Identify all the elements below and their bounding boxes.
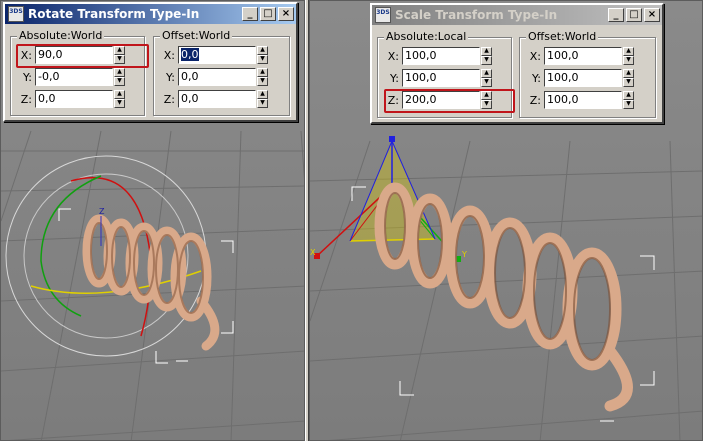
axis-z-label: Z:: [529, 93, 541, 107]
gizmo-y-label: Y: [461, 250, 467, 259]
scale-offset-group: Offset:World X: 100,0 ▲ ▼ Y: 100,0 ▲ ▼ Z: …: [519, 30, 656, 118]
rotate-offset-x-input[interactable]: 0,0: [178, 46, 256, 64]
axis-y-label: Y:: [532, 71, 541, 85]
app-logo-icon: 3DS: [375, 7, 391, 23]
rotate-offset-x-spinner[interactable]: ▲ ▼: [257, 46, 268, 64]
maximize-button[interactable]: □: [260, 7, 276, 21]
grid: [310, 140, 702, 440]
rotate-dialog-titlebar[interactable]: 3DS Rotate Transform Type-In _ □ ×: [5, 4, 296, 24]
scale-z-highlight: [384, 89, 515, 113]
scale-offset-label: Offset:World: [526, 30, 599, 43]
axis-x-label: X:: [529, 49, 541, 63]
scale-offset-x-spinner[interactable]: ▲ ▼: [623, 47, 634, 65]
scale-absolute-x-spinner[interactable]: ▲ ▼: [481, 47, 492, 65]
scale-absolute-label: Absolute:Local: [384, 30, 469, 43]
rotate-offset-label: Offset:World: [160, 29, 233, 42]
scale-offset-y-input[interactable]: 100,0: [544, 69, 622, 87]
scale-offset-z-spinner[interactable]: ▲ ▼: [623, 91, 634, 109]
axis-x-label: X:: [163, 48, 175, 62]
axis-x-label: X:: [387, 49, 399, 63]
rotate-absolute-z-spinner[interactable]: ▲ ▼: [114, 90, 125, 108]
rotate-offset-z-spinner[interactable]: ▲ ▼: [257, 90, 268, 108]
scale-dialog-titlebar[interactable]: 3DS Scale Transform Type-In _ □ ×: [372, 5, 662, 25]
rotate-dialog-title: Rotate Transform Type-In: [28, 7, 200, 21]
rotate-absolute-y-input[interactable]: -0,0: [35, 68, 113, 86]
rotate-offset-y-spinner[interactable]: ▲ ▼: [257, 68, 268, 86]
rotate-absolute-label: Absolute:World: [17, 29, 105, 42]
axis-y-label: Y:: [166, 70, 175, 84]
axis-z-label: Z:: [163, 92, 175, 106]
minimize-button[interactable]: _: [608, 8, 624, 22]
axis-y-label: Y:: [390, 71, 399, 85]
minimize-button[interactable]: _: [242, 7, 258, 21]
rotate-transform-dialog[interactable]: 3DS Rotate Transform Type-In _ □ × Absol…: [3, 2, 298, 122]
axis-z-label: Z:: [20, 92, 32, 106]
scale-absolute-y-spinner[interactable]: ▲ ▼: [481, 69, 492, 87]
gizmo-z-label: Z: [99, 207, 105, 216]
app-logo-icon: 3DS: [8, 6, 24, 22]
scale-transform-dialog[interactable]: 3DS Scale Transform Type-In _ □ × Absolu…: [370, 3, 664, 124]
rotate-absolute-z-input[interactable]: 0,0: [35, 90, 113, 108]
rotate-absolute-y-spinner[interactable]: ▲ ▼: [114, 68, 125, 86]
scale-absolute-y-input[interactable]: 100,0: [402, 69, 480, 87]
scale-absolute-x-input[interactable]: 100,0: [402, 47, 480, 65]
scale-offset-z-input[interactable]: 100,0: [544, 91, 622, 109]
maximize-button[interactable]: □: [626, 8, 642, 22]
axis-y-label: Y:: [23, 70, 32, 84]
scale-offset-x-input[interactable]: 100,0: [544, 47, 622, 65]
rotate-x-highlight: [16, 44, 149, 68]
gizmo-x-label: X: [310, 248, 316, 257]
close-button[interactable]: ×: [278, 7, 294, 21]
rotate-offset-group: Offset:World X: 0,0 ▲ ▼ Y: 0,0 ▲ ▼ Z: 0,0 …: [153, 29, 290, 116]
scale-dialog-title: Scale Transform Type-In: [395, 8, 558, 22]
close-button[interactable]: ×: [644, 8, 660, 22]
rotate-offset-z-input[interactable]: 0,0: [178, 90, 256, 108]
rotate-offset-y-input[interactable]: 0,0: [178, 68, 256, 86]
scale-offset-y-spinner[interactable]: ▲ ▼: [623, 69, 634, 87]
